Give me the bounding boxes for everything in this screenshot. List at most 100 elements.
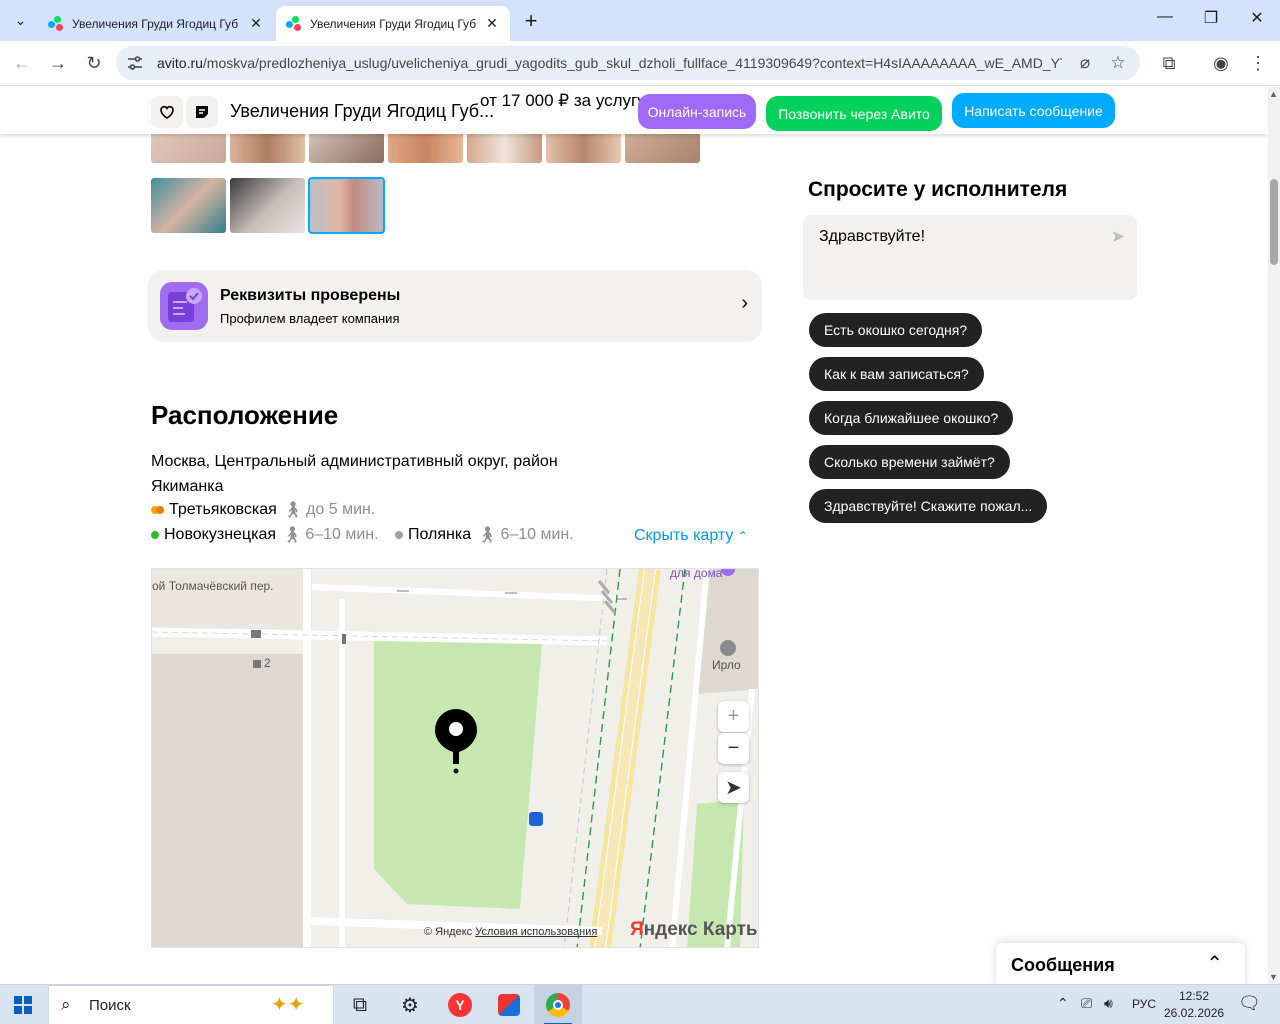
quick-question-chip[interactable]: Есть окошко сегодня? [809, 313, 983, 347]
ask-message-input[interactable]: Здравствуйте! ➤ [803, 215, 1137, 300]
metro-walk-time: 6–10 мин. [500, 526, 574, 543]
web-page: Увеличения Груди Ягодиц Губ... от 17 000… [0, 87, 1268, 984]
bookmark-star-icon[interactable]: ☆ [1108, 53, 1128, 73]
metro-line-dot [151, 531, 159, 539]
call-via-avito-button[interactable]: Позвонить через Авито [766, 96, 942, 131]
yandex-logo-letter: Я [630, 919, 644, 940]
metro-station: Полянка 🚶︎ 6–10 мин. [395, 525, 574, 545]
taskbar-search-box[interactable]: ⌕ Поиск ✦✦ [48, 985, 334, 1024]
taskbar-search-placeholder: Поиск [89, 997, 131, 1014]
yandex-maps-logo[interactable]: Яндекс Карты [630, 919, 758, 941]
metro-name: Полянка [408, 526, 472, 543]
page-scrollbar[interactable]: ▲ ▼ [1268, 87, 1280, 984]
gallery-thumbnail-selected[interactable] [308, 177, 385, 234]
tab-search-button[interactable]: ⌄ [7, 7, 34, 34]
notifications-icon[interactable]: 🗨︎ [1238, 993, 1261, 1014]
url-host: avito.ru [157, 55, 203, 71]
map-poi-label: для дома [670, 568, 723, 580]
location-address: Москва, Центральный административный окр… [151, 453, 558, 495]
yandex-map[interactable]: ой Толмачёвский пер. для дома Ирло 2 + −… [151, 568, 759, 948]
hide-map-link[interactable]: Скрыть карту ⌃ [634, 527, 748, 545]
quick-question-chip[interactable]: Здравствуйте! Скажите пожал... [809, 489, 1048, 523]
gallery-thumbnail[interactable] [151, 178, 226, 233]
listing-price: от 17 000 ₽ за услугу [480, 91, 646, 110]
avito-favicon-icon [48, 15, 64, 32]
extensions-puzzle-icon[interactable]: ⧉ [1157, 51, 1181, 75]
verified-document-icon [160, 282, 208, 330]
url-path: /moskva/predlozheniya_uslug/uvelicheniya… [202, 55, 1062, 71]
browser-tab-2-active[interactable]: Увеличения Груди Ягодиц Губ ✕ [276, 6, 510, 41]
write-message-button[interactable]: Написать сообщение [952, 93, 1115, 128]
yandex-browser-icon[interactable]: Y [436, 985, 484, 1024]
note-icon[interactable] [186, 96, 218, 128]
minimize-button[interactable]: — [1143, 8, 1187, 26]
new-tab-button[interactable]: + [519, 8, 543, 34]
maximize-button[interactable]: ❐ [1189, 8, 1233, 28]
address-bar[interactable]: avito.ru/moskva/predlozheniya_uslug/uvel… [116, 46, 1140, 80]
scroll-down-arrow-icon[interactable]: ▼ [1269, 972, 1278, 982]
verified-requisites-card[interactable]: Реквизиты проверены Профилем владеет ком… [148, 270, 762, 342]
forward-arrow-icon[interactable]: → [45, 50, 71, 76]
browser-toolbar: ← → ↻ avito.ru/moskva/predlozheniya_uslu… [0, 41, 1280, 86]
map-street-label: ой Толмачёвский пер. [152, 579, 274, 593]
close-window-button[interactable]: ✕ [1235, 8, 1279, 28]
volume-icon[interactable]: 🔊︎ [1104, 995, 1113, 1012]
task-view-icon[interactable]: ⧉ [336, 985, 384, 1024]
verified-subtitle: Профилем владеет компания [220, 311, 400, 326]
ask-performer-heading: Спросите у исполнителя [808, 178, 1068, 201]
map-terms-link[interactable]: Условия использования [475, 926, 597, 938]
app-grid-icon[interactable] [485, 985, 533, 1024]
messages-panel[interactable]: Сообщения ⌃ [996, 943, 1245, 984]
metro-station: Третьяковская 🚶︎ до 5 мин. [151, 500, 375, 520]
browser-tab-1[interactable]: Увеличения Груди Ягодиц Губ ✕ [38, 6, 274, 41]
metro-name: Новокузнецкая [164, 526, 276, 543]
chevron-up-icon: ⌃ [737, 529, 748, 543]
scroll-up-arrow-icon[interactable]: ▲ [1269, 89, 1278, 99]
network-icon[interactable]: ⎚ [1081, 995, 1092, 1012]
reload-icon[interactable]: ↻ [81, 50, 107, 76]
screen: ⌄ Увеличения Груди Ягодиц Губ ✕ Увеличен… [0, 0, 1280, 1024]
menu-kebab-icon[interactable]: ⋮ [1246, 51, 1270, 75]
search-icon: ⌕ [61, 995, 71, 1014]
settings-gear-icon[interactable]: ⚙ [386, 985, 434, 1024]
chrome-icon[interactable] [534, 985, 582, 1024]
walk-icon: 🚶︎ [282, 527, 303, 544]
map-entrance-label: 2 [264, 656, 271, 670]
input-language[interactable]: РУС [1132, 997, 1156, 1011]
walk-icon: 🚶︎ [282, 502, 304, 519]
quick-question-chip[interactable]: Как к вам записаться? [809, 357, 984, 391]
listing-title: Увеличения Груди Ягодиц Губ... [230, 101, 495, 121]
online-booking-button[interactable]: Онлайн-запись [638, 94, 756, 129]
gallery-thumbnail[interactable] [230, 178, 305, 233]
back-arrow-icon[interactable]: ← [9, 50, 35, 76]
tab-title: Увеличения Груди Ягодиц Губ [310, 16, 477, 31]
location-blocked-icon[interactable]: ⌀ [1075, 53, 1095, 73]
location-heading: Расположение [151, 400, 339, 430]
map-zoom-in-button[interactable]: + [718, 701, 749, 732]
taskbar-clock[interactable]: 12:52 26.02.2026 [1164, 988, 1224, 1022]
metro-line-dot [156, 506, 164, 514]
url-text[interactable]: avito.ru/moskva/predlozheniya_uslug/uvel… [157, 55, 1062, 71]
map-poi-label: Ирло [712, 658, 741, 672]
quick-question-chip[interactable]: Сколько времени займёт? [809, 445, 1010, 479]
quick-question-chip[interactable]: Когда ближайшее окошко? [809, 401, 1014, 435]
tab-close-icon[interactable]: ✕ [484, 15, 500, 32]
chevron-up-icon[interactable]: ⌃ [1206, 951, 1223, 976]
avito-favicon-icon [286, 15, 302, 32]
map-zoom-out-button[interactable]: − [718, 733, 749, 764]
metro-walk-time: 6–10 мин. [305, 526, 379, 543]
tab-close-icon[interactable]: ✕ [248, 15, 264, 32]
profile-icon[interactable]: ◉ [1209, 51, 1233, 75]
scrollbar-thumb[interactable] [1270, 179, 1278, 265]
windows-start-icon[interactable] [14, 996, 32, 1014]
site-info-icon[interactable] [126, 54, 144, 72]
map-geolocate-icon[interactable]: ➤ [718, 772, 749, 803]
sticky-header: Увеличения Груди Ягодиц Губ... от 17 000… [0, 87, 1268, 134]
send-icon[interactable]: ➤ [1111, 227, 1125, 247]
windows-taskbar: ⌕ Поиск ✦✦ ⧉ ⚙ Y ⌃ ⎚ 🔊︎ РУС 12:52 26.02.2… [0, 984, 1280, 1024]
tab-title: Увеличения Груди Ягодиц Губ [72, 16, 239, 31]
favorite-heart-icon[interactable] [151, 96, 183, 128]
tray-chevron-up-icon[interactable]: ⌃ [1057, 995, 1069, 1012]
clock-time: 12:52 [1178, 989, 1210, 1003]
ask-message-value: Здравствуйте! [819, 228, 926, 245]
